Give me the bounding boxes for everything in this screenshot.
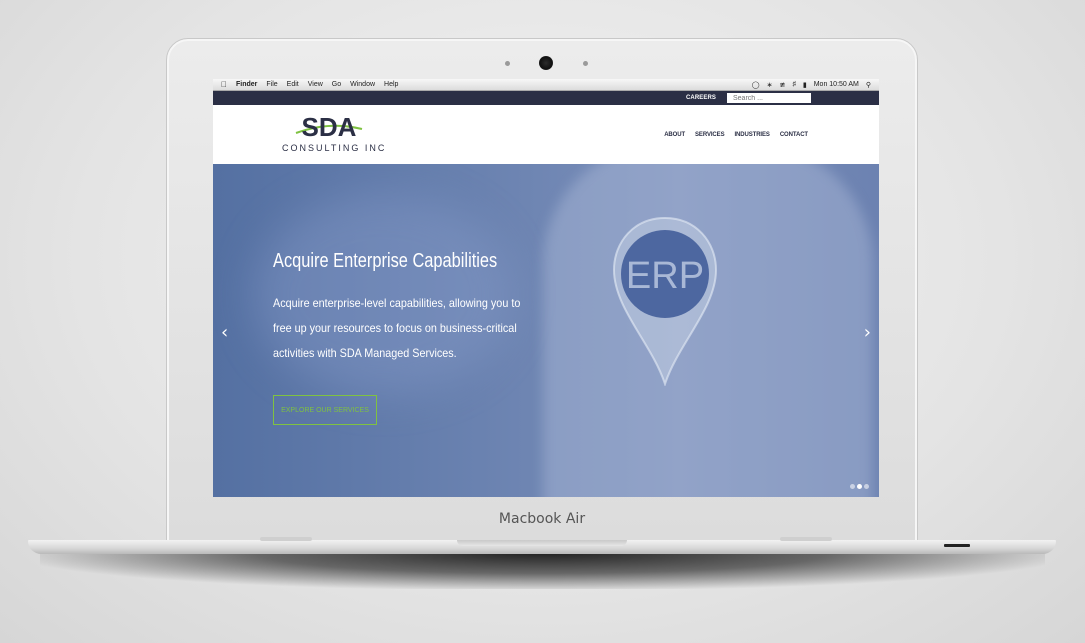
logo-subtitle: CONSULTING INC [282, 143, 387, 153]
battery-icon[interactable]: ▮ [803, 81, 807, 89]
menubar-clock[interactable]: Mon 10:50 AM [814, 81, 859, 88]
menu-file[interactable]: File [266, 81, 277, 88]
main-nav: ABOUT SERVICES INDUSTRIES CONTACT [664, 132, 808, 138]
hero-title: Acquire Enterprise Capabilities [273, 250, 498, 272]
hero-text: Acquire enterprise-level capabilities, a… [273, 296, 521, 360]
site-topbar: CAREERS [213, 91, 879, 105]
nav-contact[interactable]: CONTACT [780, 132, 808, 138]
logo[interactable]: SDA CONSULTING INC [282, 113, 387, 153]
chat-icon[interactable]: ◯ [752, 81, 760, 89]
menu-help[interactable]: Help [384, 81, 398, 88]
apple-icon[interactable]:  [221, 80, 229, 89]
logo-mark: SDA [302, 113, 357, 141]
wifi-icon[interactable]: ≇ [779, 81, 785, 89]
menu-view[interactable]: View [308, 81, 323, 88]
base-notch [457, 540, 627, 546]
base-port [944, 544, 970, 547]
slider-dot-3[interactable] [864, 484, 869, 489]
laptop-base [28, 537, 1056, 554]
sda-logo-icon: SDA [295, 113, 363, 141]
erp-pin-icon: ERP [612, 216, 718, 386]
slider-dot-1[interactable] [850, 484, 855, 489]
nav-about[interactable]: ABOUT [664, 132, 685, 138]
sensor-dot [583, 61, 588, 66]
chevron-right-icon[interactable]: › [864, 322, 871, 343]
laptop-screen:  Finder File Edit View Go Window Help ◯… [213, 79, 879, 497]
device-label: Macbook Air [498, 511, 586, 527]
menu-window[interactable]: Window [350, 81, 375, 88]
base-foot [780, 537, 832, 541]
menu-go[interactable]: Go [332, 81, 341, 88]
slider-dot-2[interactable] [857, 484, 862, 489]
site-header: SDA CONSULTING INC ABOUT SERVICES INDUST… [213, 105, 879, 163]
chevron-left-icon[interactable]: ‹ [221, 322, 228, 343]
mac-menubar:  Finder File Edit View Go Window Help ◯… [213, 79, 879, 91]
menu-finder[interactable]: Finder [236, 81, 257, 88]
search-input[interactable] [727, 93, 811, 103]
hero-slider: ERP Acquire Enterprise Capabilities Acqu… [213, 164, 879, 497]
careers-link[interactable]: CAREERS [686, 95, 716, 101]
bluetooth-icon[interactable]: ∗ [767, 81, 773, 89]
explore-services-button[interactable]: EXPLORE OUR SERVICES [273, 395, 377, 425]
nav-services[interactable]: SERVICES [695, 132, 725, 138]
laptop-shadow [40, 553, 1045, 589]
webcam [539, 56, 553, 70]
nav-industries[interactable]: INDUSTRIES [734, 132, 769, 138]
menu-edit[interactable]: Edit [287, 81, 299, 88]
slider-dots [850, 484, 869, 489]
spotlight-icon[interactable]: ⚲ [866, 81, 871, 89]
base-foot [260, 537, 312, 541]
sensor-dot [505, 61, 510, 66]
volume-icon[interactable]: ♯ [792, 81, 796, 88]
menubar-status: ◯ ∗ ≇ ♯ ▮ Mon 10:50 AM ⚲ [752, 81, 871, 89]
pin-label: ERP [626, 255, 704, 297]
